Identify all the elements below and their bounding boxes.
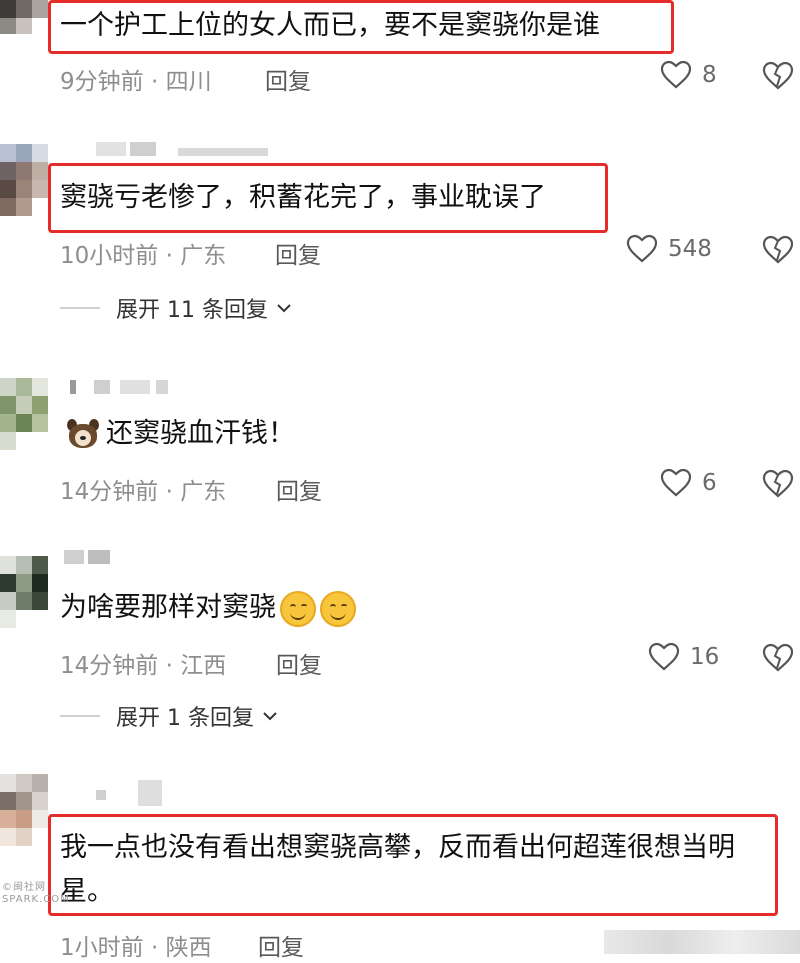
comment-text: 一个护工上位的女人而已，要不是窦骁你是谁: [60, 10, 600, 41]
chevron-down-icon: [277, 304, 291, 313]
reply-button[interactable]: 回复: [258, 928, 304, 962]
site-watermark: ©闽社网 SPARK.COM: [2, 882, 70, 905]
meta-separator: ·: [165, 653, 173, 679]
dog-face-emoji: [66, 418, 100, 452]
comment-time: 1小时前: [60, 935, 144, 961]
username-blurred: [96, 142, 276, 156]
reply-button[interactable]: 回复: [276, 646, 322, 680]
comment-location: 陕西: [165, 935, 212, 961]
comment-location: 广东: [180, 243, 227, 269]
comment-text-content: 还窦骁血汗钱！: [106, 418, 295, 449]
like-button[interactable]: 16: [648, 642, 719, 672]
comment-meta: 14分钟前 · 江西 回复: [60, 646, 322, 680]
comment-time: 10小时前: [60, 243, 159, 269]
reply-button[interactable]: 回复: [276, 472, 322, 506]
like-count: 8: [702, 62, 717, 88]
heart-icon: [626, 234, 658, 263]
avatar[interactable]: [0, 556, 48, 628]
comment-time: 14分钟前: [60, 479, 159, 505]
broken-heart-icon[interactable]: [762, 61, 794, 91]
heart-icon: [648, 642, 680, 671]
like-button[interactable]: 548: [626, 234, 712, 264]
divider-line: [60, 307, 100, 309]
reply-button[interactable]: 回复: [265, 62, 311, 96]
reply-button[interactable]: 回复: [275, 236, 321, 270]
smiling-face-emoji: [280, 590, 316, 627]
meta-separator: ·: [165, 243, 173, 269]
heart-icon: [660, 60, 692, 89]
blurred-area: [604, 930, 800, 954]
like-count: 548: [668, 236, 712, 262]
comment-meta: 1小时前 · 陕西 回复: [60, 928, 304, 962]
comment-text: 还窦骁血汗钱！: [66, 416, 295, 452]
username-blurred: [64, 550, 114, 564]
chevron-down-icon: [263, 712, 277, 721]
like-count: 6: [702, 470, 717, 496]
expand-replies-label: 展开 11 条回复: [116, 298, 268, 323]
meta-separator: ·: [150, 935, 159, 961]
divider-line: [60, 715, 100, 717]
like-button[interactable]: 8: [660, 60, 717, 90]
avatar[interactable]: [0, 144, 48, 216]
heart-icon: [660, 468, 692, 497]
comment-location: 江西: [180, 653, 227, 679]
meta-separator: ·: [165, 479, 173, 505]
comment-time: 9分钟前: [60, 69, 144, 95]
like-count: 16: [690, 644, 720, 670]
comment-text-content: 为啥要那样对窦骁: [60, 592, 276, 623]
broken-heart-icon[interactable]: [762, 643, 794, 673]
comment-meta: 9分钟前 · 四川 回复: [60, 62, 311, 96]
comment-text: 我一点也没有看出想窦骁高攀，反而看出何超莲很想当明星。: [60, 832, 735, 907]
meta-separator: ·: [150, 69, 159, 95]
broken-heart-icon[interactable]: [762, 469, 794, 499]
expand-replies-button[interactable]: 展开 1 条回复: [60, 700, 278, 732]
comment-meta: 10小时前 · 广东 回复: [60, 236, 321, 270]
avatar[interactable]: [0, 378, 48, 450]
avatar[interactable]: [0, 774, 48, 864]
comment-location: 四川: [165, 69, 212, 95]
comment-meta: 14分钟前 · 广东 回复: [60, 472, 322, 506]
broken-heart-icon[interactable]: [762, 235, 794, 265]
expand-replies-button[interactable]: 展开 11 条回复: [60, 292, 292, 324]
comment-location: 广东: [180, 479, 227, 505]
avatar[interactable]: [0, 0, 48, 34]
like-button[interactable]: 6: [660, 468, 717, 498]
comment-time: 14分钟前: [60, 653, 159, 679]
expand-replies-label: 展开 1 条回复: [116, 706, 254, 731]
username-blurred: [96, 780, 176, 806]
comment-text: 为啥要那样对窦骁: [60, 590, 356, 627]
smiling-face-emoji: [320, 590, 356, 627]
comment-text: 窦骁亏老惨了，积蓄花完了，事业耽误了: [60, 182, 546, 213]
username-blurred: [70, 380, 170, 394]
